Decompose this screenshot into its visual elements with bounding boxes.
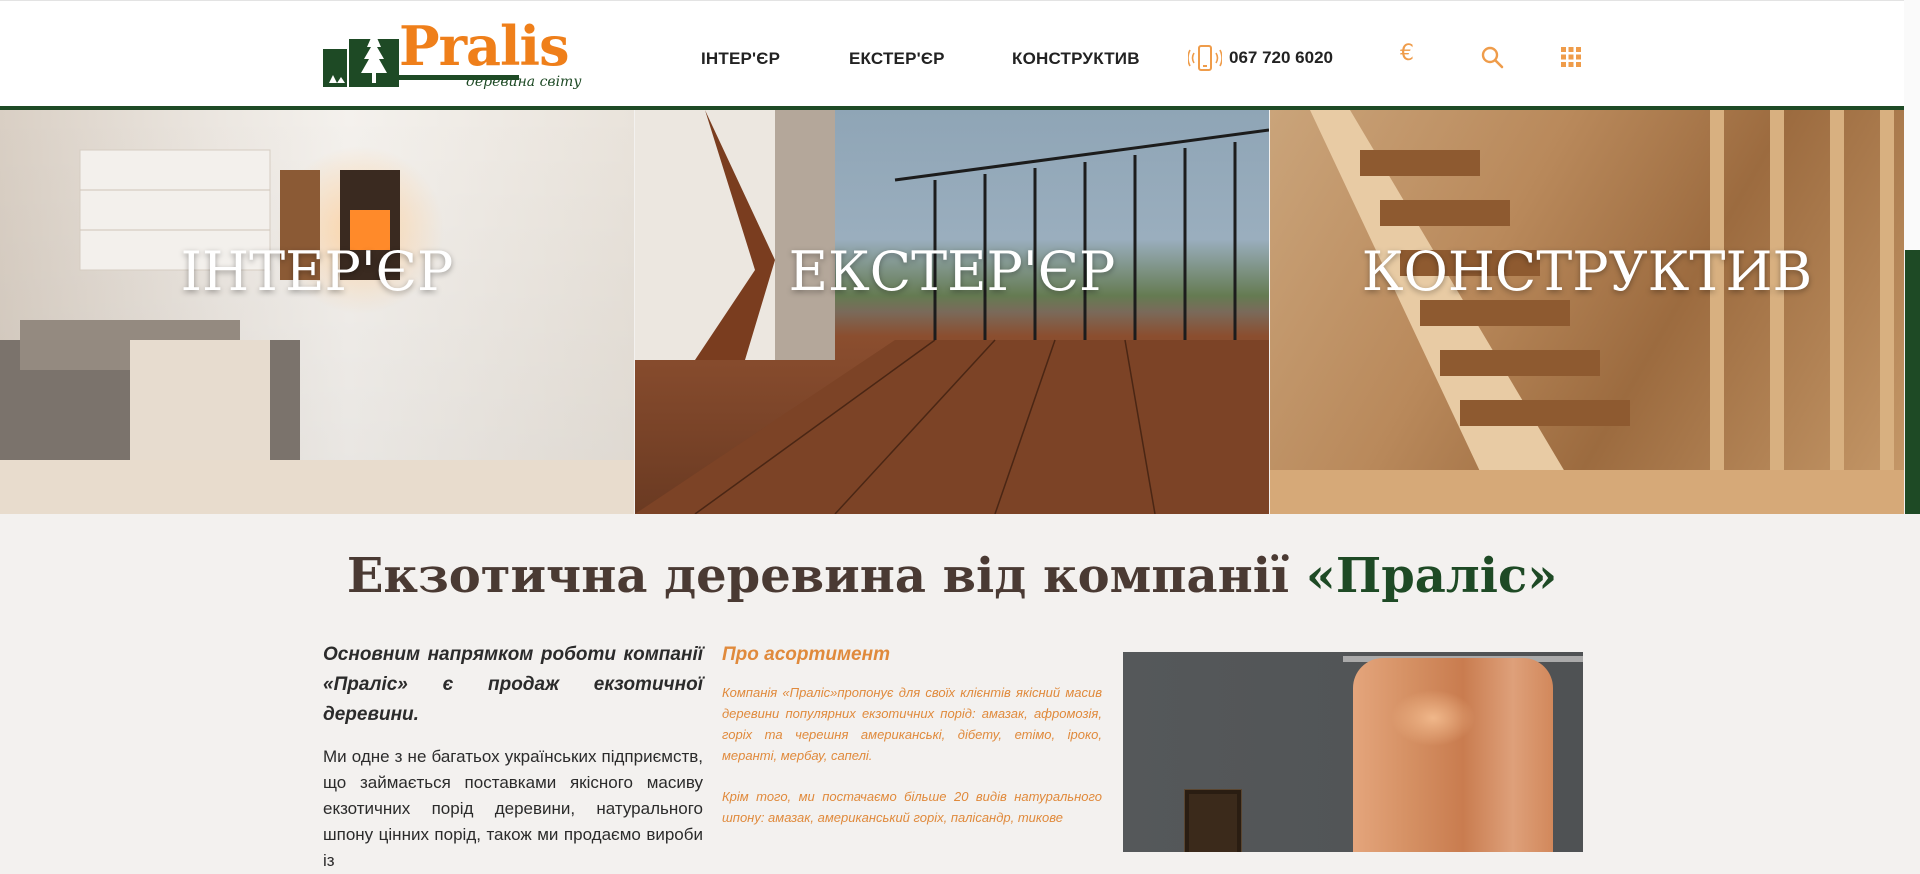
logo-tagline: деревина світу <box>466 74 582 90</box>
hero-label-interior: ІНТЕР'ЄР <box>180 240 454 303</box>
exterior-scene <box>635 110 1269 514</box>
assortment-column: Про асортимент Компанія «Праліс»пропонує… <box>722 640 1102 828</box>
hero-tile-exterior[interactable]: ЕКСТЕР'ЄР <box>635 110 1269 514</box>
about-lead: Основним напрямком роботи компанії «Прал… <box>323 644 703 725</box>
assortment-paragraph-1: Компанія «Праліс»пропонує для своїх кліє… <box>722 685 1102 763</box>
picture-frame <box>1185 790 1241 852</box>
logo[interactable]: Pralis деревина світу <box>323 19 581 93</box>
wood-slab <box>1353 658 1553 852</box>
assortment-title: Про асортимент <box>722 644 890 665</box>
hero-tile-construction[interactable]: КОНСТРУКТИВ <box>1270 110 1904 514</box>
side-accent-bar <box>1905 250 1920 514</box>
about-column: Основним напрямком роботи компанії «Прал… <box>323 640 703 874</box>
headline-accent: «Праліс» <box>1305 548 1558 604</box>
hero-label-construction: КОНСТРУКТИВ <box>1361 240 1813 303</box>
assortment-paragraph-2: Крім того, ми постачаємо більше 20 видів… <box>722 789 1102 825</box>
construction-scene <box>1270 110 1904 514</box>
logo-tree-icon <box>323 31 399 87</box>
interior-scene <box>0 149 634 514</box>
nav-construction[interactable]: КОНСТРУКТИВ <box>1012 49 1140 69</box>
grid-menu-icon[interactable] <box>1561 47 1581 67</box>
logo-wordmark: Pralis <box>399 14 569 78</box>
nav-interior[interactable]: ІНТЕР'ЄР <box>701 49 780 69</box>
about-body: Ми одне з не багатьох українських підпри… <box>323 747 703 870</box>
scroll-gutter <box>1904 0 1920 250</box>
euro-icon[interactable]: € <box>1398 43 1416 65</box>
section-headline: Екзотична деревина від компанії «Праліс» <box>0 548 1904 604</box>
search-icon[interactable] <box>1480 45 1504 69</box>
hero-tile-interior[interactable]: ІНТЕР'ЄР <box>0 110 634 514</box>
nav-exterior[interactable]: ЕКСТЕР'ЄР <box>849 49 945 69</box>
phone-icon <box>1188 45 1222 71</box>
headline-main: Екзотична деревина від компанії <box>346 548 1290 604</box>
phone-number[interactable]: 067 720 6020 <box>1229 48 1333 68</box>
site-header: Pralis деревина світу ІНТЕР'ЄР ЕКСТЕР'ЄР… <box>0 0 1904 109</box>
hero-label-exterior: ЕКСТЕР'ЄР <box>788 240 1116 303</box>
wood-door-photo <box>1123 652 1583 852</box>
